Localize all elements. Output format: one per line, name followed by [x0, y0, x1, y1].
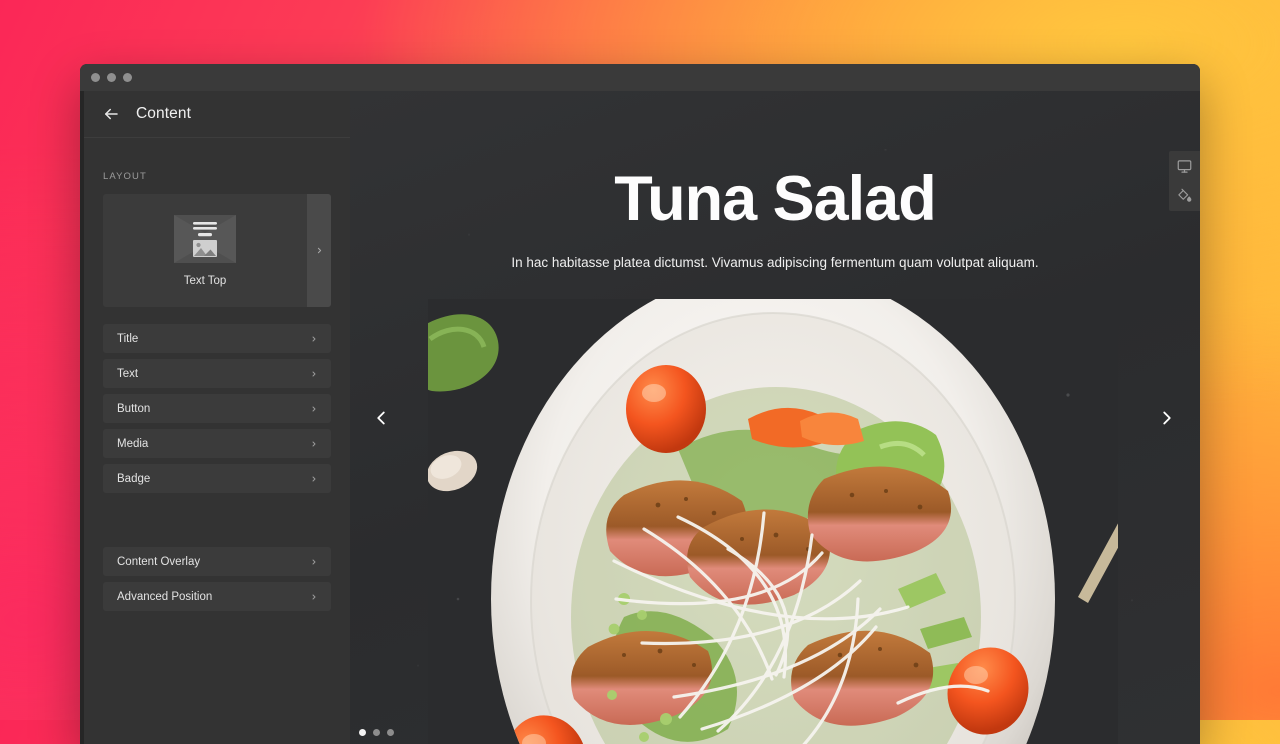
sidebar-item-text[interactable]: Text — [103, 359, 331, 388]
hero-title: Tuna Salad — [614, 164, 936, 234]
chevron-right-icon — [312, 594, 316, 599]
sidebar-item-content-overlay[interactable]: Content Overlay — [103, 547, 331, 576]
sidebar-item-label: Media — [117, 437, 149, 450]
sidebar-item-label: Text — [117, 367, 139, 380]
layout-next-button[interactable] — [307, 194, 331, 307]
chevron-right-icon — [312, 336, 316, 341]
carousel-pagination[interactable] — [359, 729, 394, 736]
section-label-layout: LAYOUT — [103, 171, 147, 182]
content-preview-canvas: Tuna Salad In hac habitasse platea dictu… — [350, 91, 1200, 744]
sidebar-item-label: Badge — [117, 472, 151, 485]
sidebar-item-label: Button — [117, 402, 151, 415]
pagination-dot[interactable] — [359, 729, 366, 736]
settings-sidebar: Content LAYOUT Text Top Title Text Butto… — [84, 91, 350, 744]
pagination-dot[interactable] — [373, 729, 380, 736]
hero-subtitle: In hac habitasse platea dictumst. Vivamu… — [511, 255, 1039, 270]
window-body: Content LAYOUT Text Top Title Text Butto… — [80, 91, 1200, 744]
sidebar-item-advanced-position[interactable]: Advanced Position — [103, 582, 331, 611]
monitor-icon[interactable] — [1177, 159, 1192, 174]
chevron-right-icon — [312, 559, 316, 564]
sidebar-item-button[interactable]: Button — [103, 394, 331, 423]
chevron-right-icon — [312, 441, 316, 446]
sidebar-item-badge[interactable]: Badge — [103, 464, 331, 493]
layout-selector-card[interactable]: Text Top — [103, 194, 331, 307]
page-title: Content — [136, 105, 191, 122]
sidebar-header: Content — [84, 91, 350, 138]
sidebar-item-label: Content Overlay — [117, 555, 201, 568]
sidebar-item-media[interactable]: Media — [103, 429, 331, 458]
window-close-button[interactable] — [91, 73, 100, 82]
layout-text-top-thumbnail-icon — [174, 214, 236, 263]
sidebar-scroll-area[interactable]: LAYOUT Text Top Title Text Button Media … — [84, 138, 350, 744]
chevron-right-icon — [312, 476, 316, 481]
settings-group-elements: Title Text Button Media Badge — [103, 324, 331, 493]
chevron-right-icon — [312, 406, 316, 411]
paint-bucket-icon[interactable] — [1177, 188, 1192, 203]
sidebar-item-label: Title — [117, 332, 139, 345]
arrow-left-icon — [105, 108, 118, 120]
window-minimize-button[interactable] — [107, 73, 116, 82]
layout-preview: Text Top — [103, 194, 307, 307]
layout-caption: Text Top — [183, 274, 227, 287]
sidebar-item-label: Advanced Position — [117, 590, 213, 603]
settings-group-advanced: Content Overlay Advanced Position — [103, 547, 331, 611]
preview-tool-panel — [1169, 151, 1200, 211]
app-window: Content LAYOUT Text Top Title Text Butto… — [80, 64, 1200, 744]
pagination-dot[interactable] — [387, 729, 394, 736]
hero-image — [428, 299, 1118, 744]
window-maximize-button[interactable] — [123, 73, 132, 82]
chevron-right-icon — [312, 371, 316, 376]
chevron-right-icon — [317, 247, 321, 254]
window-titlebar — [80, 64, 1200, 91]
carousel-prev-button[interactable] — [370, 407, 392, 429]
carousel-next-button[interactable] — [1156, 407, 1178, 429]
sidebar-item-title[interactable]: Title — [103, 324, 331, 353]
back-button[interactable] — [102, 105, 120, 123]
